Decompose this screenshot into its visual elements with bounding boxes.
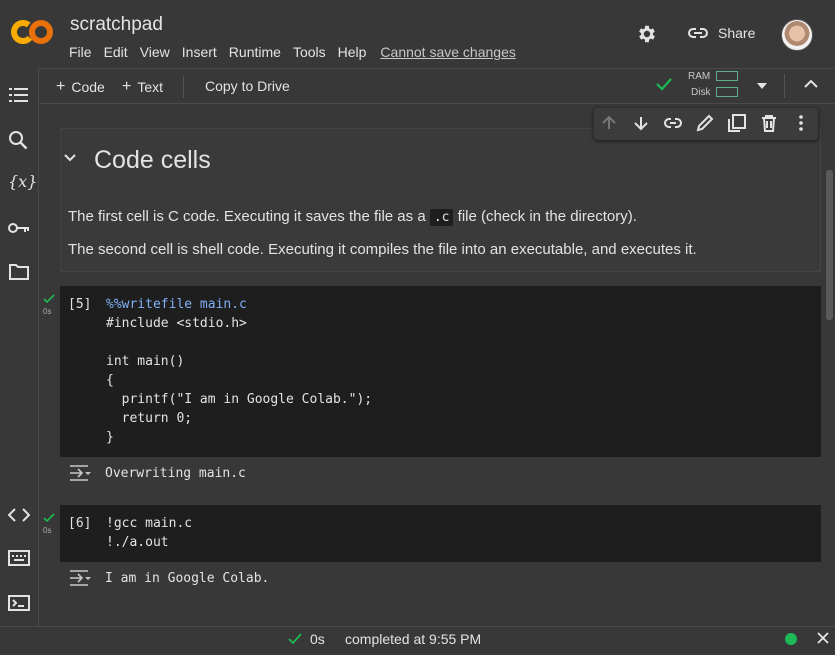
terminal-icon[interactable]	[8, 595, 30, 611]
menu-edit[interactable]: Edit	[104, 44, 128, 60]
mirror-cell-icon[interactable]	[728, 114, 746, 132]
toc-icon[interactable]	[8, 86, 30, 104]
ram-usage-bar[interactable]	[716, 71, 738, 81]
text-paragraph: The second cell is shell code. Executing…	[68, 241, 697, 258]
key-icon[interactable]	[8, 222, 30, 234]
code-line: %%writefile main.c	[106, 297, 247, 312]
copy-to-drive-button[interactable]: Copy to Drive	[205, 78, 290, 94]
code-line: int main()	[106, 354, 185, 369]
link-icon	[688, 28, 708, 38]
cell-output: Overwriting main.c	[105, 466, 246, 481]
search-icon[interactable]	[8, 130, 30, 150]
add-code-label: Code	[71, 79, 105, 95]
code-line: return 0;	[106, 411, 193, 426]
menu-help[interactable]: Help	[338, 44, 367, 60]
avatar[interactable]	[781, 19, 813, 51]
trash-icon[interactable]	[760, 114, 778, 132]
menu-file[interactable]: File	[69, 44, 92, 60]
cell-toolbar	[594, 108, 818, 140]
connection-status-dot[interactable]	[785, 633, 797, 645]
code-line: !./a.out	[106, 535, 169, 550]
connected-check-icon	[655, 77, 673, 91]
chevron-up-icon[interactable]	[804, 79, 818, 89]
gear-icon[interactable]	[636, 23, 658, 45]
code-snippets-icon[interactable]	[8, 507, 30, 523]
colab-logo[interactable]	[10, 14, 54, 50]
menu-insert[interactable]: Insert	[182, 44, 217, 60]
run-success-check-icon[interactable]	[43, 294, 55, 304]
plus-icon: +	[122, 78, 132, 95]
ram-label: RAM	[688, 71, 711, 82]
scrollbar-thumb[interactable]	[826, 170, 833, 320]
folder-icon[interactable]	[8, 263, 30, 281]
toolbar-divider	[183, 76, 184, 98]
plus-icon: +	[56, 78, 66, 95]
left-sidebar	[0, 68, 39, 626]
toolbar-divider	[784, 74, 785, 98]
run-success-check-icon[interactable]	[43, 513, 55, 523]
arrow-down-icon[interactable]	[632, 114, 650, 132]
code-line: {	[106, 373, 114, 388]
share-label: Share	[718, 25, 756, 41]
share-button[interactable]: Share	[688, 25, 755, 41]
menu-runtime[interactable]: Runtime	[229, 44, 281, 60]
variables-icon[interactable]: {𝑥}	[8, 172, 37, 191]
section-heading: Code cells	[94, 146, 211, 174]
output-actions-icon[interactable]	[69, 464, 93, 482]
code-line: }	[106, 430, 114, 445]
status-check-icon	[288, 633, 302, 645]
paragraph-text: The first cell is C code. Executing it s…	[68, 208, 426, 225]
output-actions-icon[interactable]	[69, 569, 93, 587]
more-vert-icon[interactable]	[792, 114, 810, 132]
link-icon[interactable]	[664, 114, 682, 132]
save-warning-link[interactable]: Cannot save changes	[380, 44, 515, 60]
chevron-down-icon[interactable]	[756, 82, 768, 90]
cell-output: I am in Google Colab.	[105, 571, 270, 586]
close-icon[interactable]	[817, 632, 829, 644]
execution-count: [5]	[68, 297, 92, 312]
chevron-down-icon[interactable]	[63, 153, 77, 163]
paragraph-text: file (check in the directory).	[457, 208, 637, 225]
text-paragraph: The first cell is C code. Executing it s…	[68, 208, 637, 226]
add-text-button[interactable]: + Text	[122, 78, 163, 96]
menu-view[interactable]: View	[140, 44, 170, 60]
code-line: #include <stdio.h>	[106, 316, 247, 331]
status-text: completed at 9:55 PM	[345, 631, 482, 647]
menu-tools[interactable]: Tools	[293, 44, 326, 60]
command-palette-icon[interactable]	[8, 550, 30, 566]
cell-runtime: 0s	[43, 526, 52, 535]
execution-count: [6]	[68, 516, 92, 531]
code-line: printf("I am in Google Colab.");	[106, 392, 373, 407]
inline-code: .c	[429, 209, 454, 226]
arrow-up-icon[interactable]	[600, 114, 618, 132]
add-text-label: Text	[137, 79, 164, 95]
menu-bar: File Edit View Insert Runtime Tools Help…	[69, 44, 528, 60]
disk-label: Disk	[691, 87, 711, 98]
code-cell[interactable]	[60, 505, 821, 562]
code-line: !gcc main.c	[106, 516, 193, 531]
cell-runtime: 0s	[43, 307, 52, 316]
add-code-button[interactable]: + Code	[56, 78, 105, 96]
status-elapsed: 0s	[310, 631, 325, 647]
notebook-title[interactable]: scratchpad	[70, 14, 163, 36]
pencil-icon[interactable]	[696, 114, 714, 132]
disk-usage-bar[interactable]	[716, 87, 738, 97]
